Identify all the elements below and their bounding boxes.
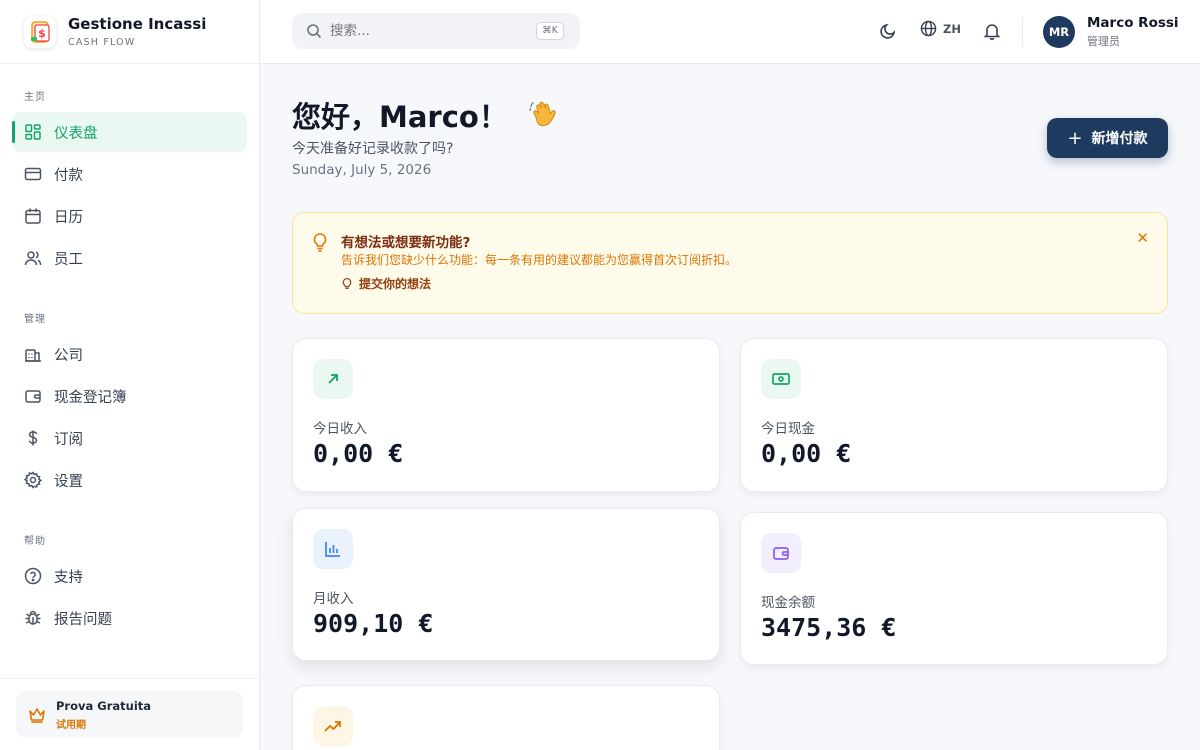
moon-icon: [879, 22, 897, 40]
new-payment-label: 新增付款: [1091, 131, 1148, 147]
stat-card-today-cash[interactable]: 今日现金 0,00 €: [740, 338, 1168, 492]
help-circle-icon: [24, 567, 42, 585]
language-code: ZH: [943, 21, 961, 36]
bar-chart-icon: [313, 529, 353, 569]
brand-subtitle: CASH FLOW: [68, 37, 136, 48]
search-box[interactable]: ⌘K: [292, 13, 580, 49]
lightbulb-icon: [311, 232, 329, 252]
banknote-icon: [761, 359, 801, 399]
sidebar-item-cash-register[interactable]: 现金登记簿: [12, 376, 247, 416]
sidebar-item-label: 公司: [54, 347, 83, 364]
sidebar-item-label: 仪表盘: [54, 125, 98, 142]
header-divider: [1022, 18, 1023, 46]
trending-up-icon: [313, 706, 353, 746]
stat-card-monthly-income[interactable]: 月收入 909,10 €: [292, 508, 720, 661]
trial-status[interactable]: Prova Gratuita 试用期: [16, 691, 243, 738]
section-label-home: 主页: [24, 92, 46, 103]
sidebar-item-company[interactable]: 公司: [12, 334, 247, 374]
wave-icon: [528, 99, 560, 138]
credit-card-icon: [24, 165, 42, 183]
language-switcher[interactable]: ZH: [920, 20, 961, 37]
banner-text: 告诉我们您缺少什么功能：每一条有用的建议都能为您赢得首次订阅折扣。: [341, 253, 738, 267]
sidebar-item-employees[interactable]: 员工: [12, 238, 247, 278]
sidebar: $ Gestione Incassi CASH FLOW 主页 仪表盘 付款 日…: [0, 0, 260, 750]
wallet-icon: [761, 533, 801, 573]
stat-value: 0,00 €: [313, 439, 404, 468]
lightbulb-small-icon: [341, 277, 353, 291]
stat-value: 909,10 €: [313, 609, 434, 638]
theme-toggle-button[interactable]: [877, 20, 899, 42]
dollar-icon: [24, 429, 42, 447]
greeting-subtitle: 今天准备好记录收款了吗?: [292, 141, 454, 157]
submit-idea-label: 提交你的想法: [359, 277, 432, 291]
brand-logo-icon: $: [24, 15, 56, 48]
submit-idea-link[interactable]: 提交你的想法: [341, 275, 431, 292]
sidebar-item-payments[interactable]: 付款: [12, 154, 247, 194]
close-icon[interactable]: ✕: [1136, 229, 1149, 247]
stat-card-today-income[interactable]: 今日收入 0,00 €: [292, 338, 720, 492]
bug-icon: [24, 609, 42, 627]
sidebar-divider: [0, 678, 259, 679]
sidebar-item-label: 设置: [54, 473, 83, 490]
svg-text:$: $: [38, 27, 46, 40]
arrow-up-right-icon: [313, 359, 353, 399]
stat-label: 月收入: [313, 591, 354, 607]
dashboard-icon: [24, 123, 42, 141]
greeting-text: 您好，Marco！: [292, 100, 508, 134]
search-shortcut: ⌘K: [536, 22, 564, 40]
sidebar-item-settings[interactable]: 设置: [12, 460, 247, 500]
trial-status-label: 试用期: [56, 719, 86, 731]
brand[interactable]: $ Gestione Incassi CASH FLOW: [0, 0, 259, 64]
current-date: Sunday, July 5, 2026: [292, 162, 432, 178]
page-title: 您好，Marco！: [292, 94, 560, 138]
avatar[interactable]: MR: [1043, 16, 1075, 48]
globe-icon: [920, 20, 937, 37]
sidebar-item-label: 支持: [54, 569, 83, 586]
search-input[interactable]: [330, 23, 520, 39]
sidebar-item-label: 付款: [54, 167, 83, 184]
stat-label: 今日收入: [313, 421, 367, 437]
sidebar-item-support[interactable]: 支持: [12, 556, 247, 596]
sidebar-item-label: 员工: [54, 251, 83, 268]
user-name[interactable]: Marco Rossi: [1087, 15, 1179, 31]
stat-value: 0,00 €: [761, 439, 852, 468]
sidebar-item-subscription[interactable]: 订阅: [12, 418, 247, 458]
building-icon: [24, 345, 42, 363]
feature-request-banner: 有想法或想要新功能? 告诉我们您缺少什么功能：每一条有用的建议都能为您赢得首次订…: [292, 212, 1168, 314]
stat-label: 今日现金: [761, 421, 815, 437]
sidebar-item-label: 报告问题: [54, 611, 112, 628]
sidebar-item-calendar[interactable]: 日历: [12, 196, 247, 236]
sidebar-item-label: 订阅: [54, 431, 83, 448]
section-label-manage: 管理: [24, 314, 46, 325]
wallet-icon: [24, 387, 42, 405]
new-payment-button[interactable]: + 新增付款: [1047, 118, 1168, 158]
user-role: 管理员: [1087, 35, 1120, 48]
users-icon: [24, 249, 42, 267]
notifications-button[interactable]: [981, 20, 1003, 42]
section-label-help: 帮助: [24, 536, 46, 547]
gear-icon: [24, 471, 42, 489]
sidebar-item-label: 现金登记簿: [54, 389, 127, 406]
search-icon: [306, 23, 322, 39]
trial-name: Prova Gratuita: [56, 698, 152, 713]
stat-card-trend[interactable]: [292, 685, 720, 750]
brand-name: Gestione Incassi: [68, 15, 207, 33]
plus-icon: +: [1067, 127, 1083, 149]
sidebar-item-report-issue[interactable]: 报告问题: [12, 598, 247, 638]
banner-title: 有想法或想要新功能?: [341, 235, 471, 251]
top-header: ⌘K ZH MR Marco Rossi 管理员: [260, 0, 1200, 64]
bell-icon: [983, 22, 1001, 40]
stat-card-cash-balance[interactable]: 现金余额 3475,36 €: [740, 512, 1168, 665]
sidebar-item-dashboard[interactable]: 仪表盘: [12, 112, 247, 152]
stat-label: 现金余额: [761, 595, 815, 611]
sidebar-item-label: 日历: [54, 209, 83, 226]
crown-icon: [28, 706, 46, 724]
stat-value: 3475,36 €: [761, 613, 897, 642]
calendar-icon: [24, 207, 42, 225]
